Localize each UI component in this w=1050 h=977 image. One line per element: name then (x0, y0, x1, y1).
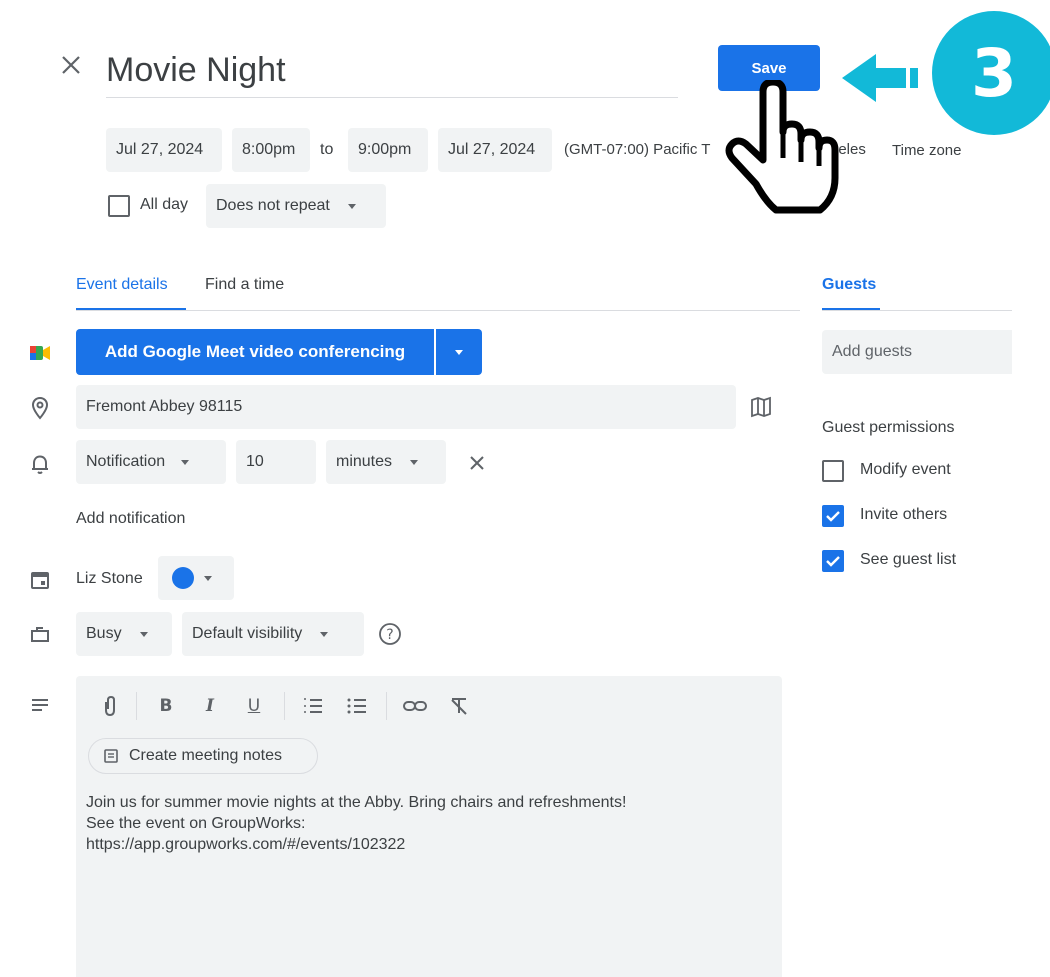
see-guest-list-checkbox[interactable] (822, 550, 844, 572)
google-meet-icon (30, 346, 50, 360)
bell-icon (32, 455, 48, 474)
calendar-icon (31, 572, 49, 589)
start-date: Jul 27, 2024 (116, 141, 204, 158)
underline-icon[interactable]: U (244, 694, 264, 718)
timezone-link[interactable]: Time zone (892, 142, 961, 159)
start-time-chip[interactable]: 8:00pm (232, 128, 310, 172)
chevron-down-icon (347, 203, 356, 209)
location-value: Fremont Abbey 98115 (86, 398, 243, 415)
all-day-checkbox[interactable] (108, 195, 130, 217)
step-badge: 3 (932, 11, 1050, 135)
description-line: Join us for summer movie nights at the A… (86, 794, 627, 811)
start-date-chip[interactable]: Jul 27, 2024 (106, 128, 222, 172)
description-line: https://app.groupworks.com/#/events/1023… (86, 836, 406, 853)
guest-permissions-title: Guest permissions (822, 419, 955, 436)
chevron-down-icon (410, 459, 419, 465)
remove-formatting-icon[interactable] (448, 694, 470, 718)
busy-select[interactable]: Busy (76, 612, 172, 656)
pointer-hand-icon (725, 80, 839, 214)
add-guests-placeholder: Add guests (832, 343, 913, 360)
description-text: Join us for summer movie nights at the A… (86, 792, 766, 855)
add-guests-input[interactable]: Add guests (822, 330, 1012, 374)
visibility-select[interactable]: Default visibility (182, 612, 364, 656)
calendar-color-select[interactable] (158, 556, 234, 600)
close-icon[interactable] (58, 52, 84, 78)
repeat-select[interactable]: Does not repeat (206, 184, 386, 228)
end-time: 9:00pm (358, 141, 412, 158)
location-input[interactable]: Fremont Abbey 98115 (76, 385, 736, 429)
guests-divider (822, 310, 1012, 311)
modify-event-checkbox[interactable] (822, 460, 844, 482)
check-icon (826, 556, 840, 567)
description-icon (32, 699, 48, 711)
calendar-owner: Liz Stone (76, 570, 143, 587)
chevron-down-icon (455, 349, 463, 355)
map-icon[interactable] (750, 396, 772, 418)
create-meeting-notes-button[interactable]: Create meeting notes (88, 738, 318, 774)
all-day-label: All day (140, 196, 189, 213)
notification-unit-select[interactable]: minutes (326, 440, 446, 484)
toolbar-divider (386, 692, 387, 720)
italic-icon[interactable]: I (200, 694, 220, 718)
end-date-chip[interactable]: Jul 27, 2024 (438, 128, 552, 172)
to-label: to (320, 141, 334, 158)
meet-dropdown-button[interactable] (436, 329, 482, 375)
modify-event-label: Modify event (860, 461, 951, 478)
meeting-notes-label: Create meeting notes (129, 747, 282, 764)
briefcase-icon (31, 627, 49, 642)
notification-unit: minutes (336, 453, 393, 470)
visibility-value: Default visibility (192, 625, 303, 642)
notification-type-select[interactable]: Notification (76, 440, 226, 484)
chevron-down-icon (139, 631, 148, 637)
end-time-chip[interactable]: 9:00pm (348, 128, 428, 172)
check-icon (826, 511, 840, 522)
invite-others-label: Invite others (860, 506, 948, 523)
toolbar-divider (284, 692, 285, 720)
tab-event-details[interactable]: Event details (76, 276, 168, 294)
tab-guests[interactable]: Guests (822, 276, 876, 294)
color-swatch (172, 567, 194, 589)
bulleted-list-icon[interactable] (346, 694, 368, 718)
timezone-text[interactable]: (GMT-07:00) Pacific T (564, 141, 710, 158)
notification-value: 10 (246, 453, 264, 470)
chevron-down-icon (204, 575, 212, 581)
location-pin-icon (31, 396, 49, 420)
pointer-arrow-icon (842, 54, 918, 102)
notification-value-input[interactable]: 10 (236, 440, 316, 484)
tabs-divider (76, 310, 800, 311)
invite-others-checkbox[interactable] (822, 505, 844, 527)
bold-icon[interactable]: B (156, 694, 176, 718)
see-guest-list-label: See guest list (860, 551, 957, 568)
end-date: Jul 27, 2024 (448, 141, 536, 158)
help-icon[interactable]: ? (378, 622, 402, 646)
remove-notification-icon[interactable] (466, 452, 488, 474)
tab-find-a-time[interactable]: Find a time (205, 276, 284, 294)
event-title-input[interactable]: Movie Night (106, 50, 678, 98)
repeat-value: Does not repeat (216, 197, 330, 214)
toolbar-divider (136, 692, 137, 720)
add-meet-button[interactable]: Add Google Meet video conferencing (76, 329, 434, 375)
start-time: 8:00pm (242, 141, 296, 158)
description-line: See the event on GroupWorks: (86, 815, 306, 832)
busy-value: Busy (86, 625, 122, 642)
attachment-icon[interactable] (100, 694, 120, 718)
notification-type: Notification (86, 453, 166, 470)
add-notification-link[interactable]: Add notification (76, 510, 185, 528)
chevron-down-icon (320, 631, 329, 637)
link-icon[interactable] (402, 694, 428, 718)
chevron-down-icon (181, 459, 190, 465)
numbered-list-icon[interactable] (302, 694, 324, 718)
notes-icon (104, 749, 118, 763)
svg-text:?: ? (386, 627, 393, 643)
